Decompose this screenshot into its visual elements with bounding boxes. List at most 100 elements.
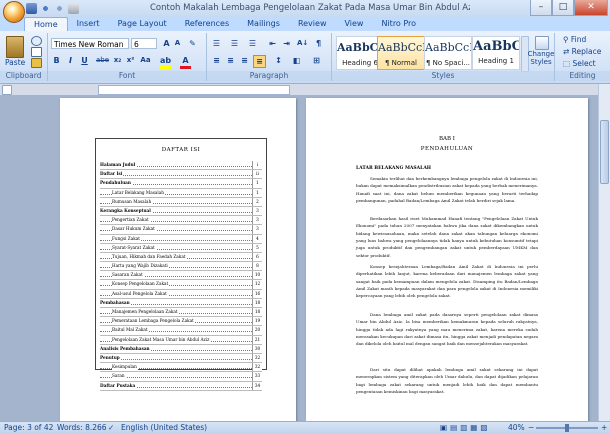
title-bar: Contoh Makalah Lembaga Pengelolaan Zakat…	[0, 0, 610, 23]
change-case-button[interactable]: Aa	[140, 55, 151, 66]
tab-mailings[interactable]: Mailings	[238, 17, 289, 31]
sort-button[interactable]: A↓	[297, 38, 308, 49]
shading-button[interactable]: ◧	[291, 55, 302, 66]
page-2: BAB I PENDAHULUAN LATAR BELAKANG MASALAH…	[306, 98, 588, 421]
toc-entry-label: Pembahasan	[100, 298, 131, 308]
outline-icon[interactable]: ▦	[470, 423, 480, 432]
strikethrough-button[interactable]: abe	[96, 55, 109, 66]
tab-page-layout[interactable]: Page Layout	[109, 17, 176, 31]
shrink-font-button[interactable]: A	[172, 38, 183, 49]
minimize-button[interactable]: –	[530, 0, 552, 16]
highlight-color-button[interactable]: ab	[160, 55, 171, 69]
tab-view[interactable]: View	[335, 17, 372, 31]
tab-insert[interactable]: Insert	[68, 17, 109, 31]
borders-button[interactable]: ⊞	[311, 55, 322, 66]
justify-button[interactable]: ≡	[253, 55, 266, 68]
clear-formatting-button[interactable]: ✎	[187, 38, 198, 49]
tab-selector-icon[interactable]	[2, 85, 12, 95]
bold-button[interactable]: B	[51, 55, 62, 66]
redo-icon[interactable]	[54, 3, 65, 14]
toc-entry-label: Saran	[112, 372, 126, 381]
print-icon[interactable]	[68, 3, 79, 14]
font-size-combo[interactable]: 6	[131, 38, 157, 49]
zoom-out-icon[interactable]: −	[528, 423, 534, 432]
style-heading-1[interactable]: AaBbC Heading 1	[472, 36, 520, 70]
toc-row: Konsep Pengelolaan Zakat 12	[100, 280, 262, 290]
style-no-spacing[interactable]: AaBbCcDc ¶ No Spaci...	[424, 36, 472, 70]
change-styles-label[interactable]: Change Styles	[527, 50, 555, 66]
zoom-level[interactable]: 40%	[508, 423, 525, 432]
print-layout-icon[interactable]: ▣	[440, 423, 450, 432]
toc-entry-label: Daftar Isi	[100, 170, 124, 179]
undo-icon[interactable]	[40, 3, 51, 14]
zoom-slider-knob[interactable]	[565, 424, 569, 432]
font-group: Times New Roman 6 A A ✎ B I U abe x₂ x² …	[48, 33, 207, 81]
tab-nitro-pro[interactable]: Nitro Pro	[372, 17, 425, 31]
toc-entry-label: Tujuan, Hikmah dan Faedah Zakat	[112, 252, 187, 262]
italic-button[interactable]: I	[65, 55, 76, 66]
toc-title: DAFTAR ISI	[161, 147, 201, 153]
bullets-button[interactable]: ☰	[211, 38, 222, 49]
align-right-button[interactable]: ≡	[239, 55, 250, 66]
maximize-button[interactable]: □	[552, 0, 574, 16]
align-center-button[interactable]: ≡	[225, 55, 236, 66]
numbering-button[interactable]: ☰	[229, 38, 240, 49]
ruler-bar	[0, 84, 610, 95]
toc-row: Pembahasan 18	[100, 298, 262, 308]
select-label: Select	[572, 59, 596, 68]
toc-entry-page: 4	[252, 234, 262, 243]
toc-entry-page: 20	[252, 326, 262, 335]
multilevel-list-button[interactable]: ☰	[247, 38, 258, 49]
toc-entry-label: Pengertian Zakat	[112, 216, 150, 225]
full-screen-icon[interactable]: ▤	[450, 423, 460, 432]
close-button[interactable]: ✕	[574, 0, 608, 16]
language[interactable]: English (United States)	[121, 423, 207, 432]
office-button[interactable]	[3, 1, 25, 23]
change-styles-icon[interactable]	[535, 36, 549, 50]
status-bar: Page: 3 of 42 Words: 8.266 ✓ English (Un…	[0, 421, 610, 434]
grow-font-button[interactable]: A	[161, 38, 172, 49]
line-spacing-button[interactable]: ↕	[273, 55, 284, 66]
style-sample: AaBbCcDc	[378, 41, 424, 54]
align-left-button[interactable]: ≡	[211, 55, 222, 66]
toc-row: Halaman Judul i	[100, 161, 262, 171]
toc-entry-label: Daftar Pustaka	[100, 381, 137, 390]
show-hide-marks-button[interactable]: ¶	[313, 38, 324, 49]
replace-button[interactable]: ⇄ Replace	[563, 47, 601, 56]
toc-entry-page: 32	[252, 363, 262, 372]
page-count[interactable]: Page: 3 of 42	[4, 423, 53, 432]
toc-row: Pendahuluan 1	[100, 179, 262, 189]
word-count[interactable]: Words: 8.266	[57, 423, 107, 432]
tab-review[interactable]: Review	[289, 17, 336, 31]
underline-button[interactable]: U	[79, 55, 90, 66]
style-normal[interactable]: AaBbCcDc ¶ Normal	[377, 36, 425, 70]
web-layout-icon[interactable]: ▥	[460, 423, 470, 432]
superscript-button[interactable]: x²	[125, 55, 136, 66]
format-painter-icon[interactable]	[31, 58, 42, 68]
font-color-button[interactable]: A	[180, 55, 191, 69]
scrollbar-thumb[interactable]	[600, 120, 609, 184]
save-icon[interactable]	[26, 3, 37, 14]
paste-label[interactable]: Paste	[5, 58, 25, 67]
select-button[interactable]: ⬚ Select	[563, 59, 596, 68]
proofing-icon[interactable]: ✓	[108, 423, 114, 432]
tab-home[interactable]: Home	[24, 17, 68, 32]
zoom-in-icon[interactable]: +	[601, 423, 607, 432]
increase-indent-button[interactable]: ⇥	[281, 38, 292, 49]
toc-entry-label: Syarat-Syarat Zakat	[112, 243, 156, 252]
toc-entry-page: 19	[252, 317, 262, 326]
font-name-combo[interactable]: Times New Roman	[51, 38, 129, 49]
toc-row: Daftar Isi ii	[100, 170, 262, 180]
draft-icon[interactable]: ▧	[480, 423, 490, 432]
paste-icon[interactable]	[6, 36, 24, 58]
toc-row: Harta yang Wajib Dizakati 8	[100, 262, 262, 272]
cut-icon[interactable]	[31, 36, 42, 46]
decrease-indent-button[interactable]: ⇤	[267, 38, 278, 49]
horizontal-ruler[interactable]	[98, 85, 290, 95]
vertical-scrollbar[interactable]	[598, 84, 610, 421]
find-button[interactable]: ⚲ Find	[563, 35, 586, 44]
tab-references[interactable]: References	[176, 17, 238, 31]
toc-entry-label: Latar Belakang Masalah	[112, 188, 165, 197]
subscript-button[interactable]: x₂	[112, 55, 123, 66]
copy-icon[interactable]	[31, 47, 42, 57]
